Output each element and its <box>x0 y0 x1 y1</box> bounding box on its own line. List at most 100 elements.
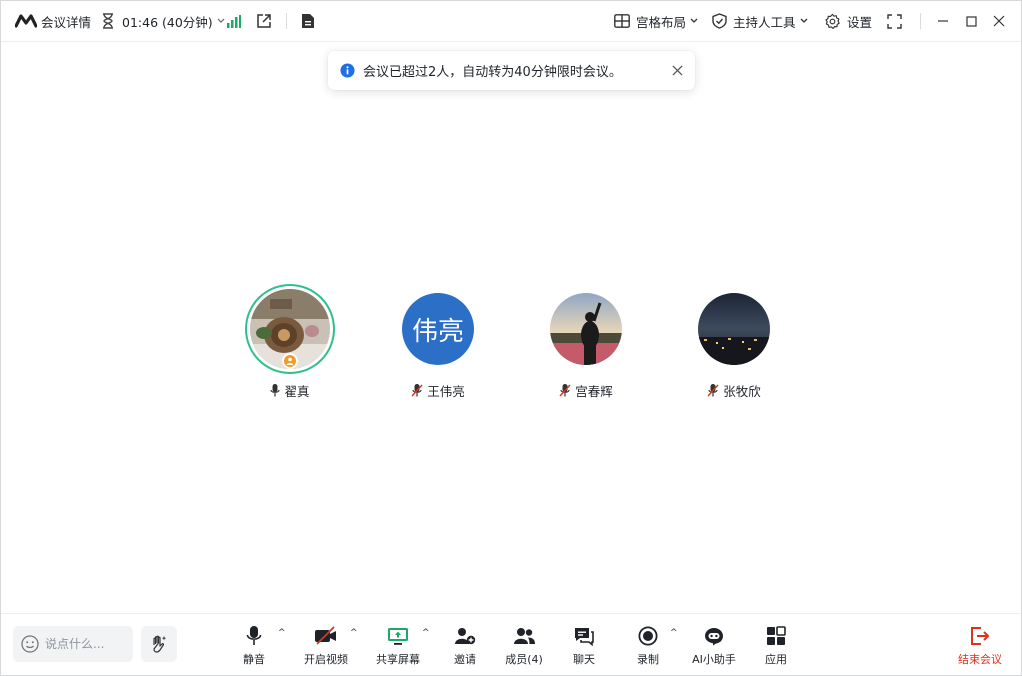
mute-button[interactable]: 静音 <box>237 624 271 670</box>
avatar <box>698 293 770 365</box>
info-icon <box>340 63 355 78</box>
participant-label: 王伟亮 <box>411 381 465 400</box>
microphone-muted-icon <box>559 384 571 397</box>
participant-label: 宫春辉 <box>559 381 613 400</box>
layout-label: 宫格布局 <box>636 14 687 30</box>
minimize-button[interactable] <box>937 1 949 42</box>
raise-hand-icon <box>149 634 169 654</box>
invite-label: 邀请 <box>454 653 476 666</box>
chevron-down-icon <box>800 18 808 24</box>
fullscreen-button[interactable] <box>887 1 902 42</box>
participant-tile[interactable]: 翟真 <box>230 285 350 400</box>
participant-name: 张牧欣 <box>723 384 761 399</box>
participant-label: 翟真 <box>270 381 310 400</box>
host-badge <box>282 353 298 369</box>
video-off-icon <box>314 624 338 648</box>
record-options-caret-icon[interactable]: ^ <box>670 628 678 638</box>
participant-tile[interactable]: 张牧欣 <box>674 285 794 400</box>
signal-bars-icon <box>227 14 241 28</box>
meeting-info-label: 会议详情 <box>41 14 92 30</box>
invite-button[interactable]: 邀请 <box>448 624 482 670</box>
toast-message: 会议已超过2人，自动转为40分钟限时会议。 <box>363 65 622 80</box>
avatar-photo <box>550 293 622 365</box>
microphone-icon <box>270 384 281 397</box>
shield-check-icon <box>712 13 727 29</box>
quick-chat-input[interactable] <box>45 637 125 651</box>
bottom-toolbar: 静音 ^ 开启视频 ^ <box>1 613 1021 675</box>
topbar-divider <box>286 13 287 29</box>
end-meeting-label: 结束会议 <box>958 653 1002 666</box>
document-icon <box>301 13 315 29</box>
share-link-button[interactable] <box>256 1 272 42</box>
notes-button[interactable] <box>301 1 315 42</box>
ai-robot-icon <box>703 624 725 648</box>
settings-button[interactable]: 设置 <box>824 1 872 42</box>
avatar-wrapper <box>246 285 334 373</box>
apps-button[interactable]: 应用 <box>759 624 793 670</box>
fullscreen-icon <box>887 13 902 29</box>
microphone-muted-icon <box>707 384 719 397</box>
participant-tile[interactable]: 伟亮 王伟亮 <box>378 285 498 400</box>
ai-assistant-button[interactable]: AI小助手 <box>689 624 739 670</box>
record-button[interactable]: 录制 <box>631 624 665 670</box>
meeting-window: 会议详情 01:46 (40分钟) 宫格布局 主持人工具 设置 会议已超过2人，… <box>0 0 1022 676</box>
video-options-caret-icon[interactable]: ^ <box>350 628 358 638</box>
network-signal-button[interactable] <box>227 1 241 42</box>
chat-button[interactable]: 聊天 <box>567 624 601 670</box>
record-label: 录制 <box>637 653 659 666</box>
settings-label: 设置 <box>847 14 873 30</box>
exit-icon <box>969 624 991 648</box>
participant-label: 张牧欣 <box>707 381 761 400</box>
emoji-icon[interactable] <box>21 635 39 653</box>
members-button[interactable]: 成员(4) <box>502 624 546 670</box>
chat-label: 聊天 <box>573 653 595 666</box>
quick-chat-box[interactable] <box>13 626 133 662</box>
chat-bubble-icon <box>573 624 595 648</box>
chevron-down-icon <box>690 18 698 24</box>
close-icon <box>993 15 1005 27</box>
add-user-icon <box>454 624 476 648</box>
start-video-button[interactable]: 开启视频 <box>301 624 351 670</box>
topbar-divider <box>920 13 921 29</box>
participant-name: 翟真 <box>284 384 310 399</box>
share-screen-button[interactable]: 共享屏幕 <box>373 624 423 670</box>
microphone-icon <box>246 624 262 648</box>
close-window-button[interactable] <box>993 1 1005 42</box>
avatar-wrapper: 伟亮 <box>394 285 482 373</box>
top-bar: 会议详情 01:46 (40分钟) 宫格布局 主持人工具 设置 <box>1 1 1021 42</box>
notification-toast: 会议已超过2人，自动转为40分钟限时会议。 <box>328 51 695 90</box>
ai-assistant-label: AI小助手 <box>692 653 736 666</box>
person-icon <box>286 357 294 365</box>
external-link-icon <box>256 13 272 29</box>
participant-name: 王伟亮 <box>427 384 465 399</box>
raise-hand-button[interactable] <box>141 626 177 662</box>
tencent-meeting-logo-icon <box>15 14 37 28</box>
avatar-wrapper <box>690 285 778 373</box>
avatar-photo <box>698 293 770 365</box>
maximize-button[interactable] <box>966 1 977 42</box>
share-options-caret-icon[interactable]: ^ <box>422 628 430 638</box>
meeting-info-button[interactable]: 会议详情 <box>15 1 91 42</box>
apps-label: 应用 <box>765 653 787 666</box>
grid-layout-icon <box>614 14 630 28</box>
participant-tile[interactable]: 宫春辉 <box>526 285 646 400</box>
host-tools-label: 主持人工具 <box>733 14 796 30</box>
apps-grid-icon <box>766 624 786 648</box>
members-label: 成员(4) <box>505 653 543 666</box>
start-video-label: 开启视频 <box>304 653 348 666</box>
meeting-timer-button[interactable]: 01:46 (40分钟) <box>101 1 225 42</box>
chevron-down-icon <box>217 18 225 24</box>
share-screen-icon <box>387 624 409 648</box>
end-meeting-button[interactable]: 结束会议 <box>954 624 1006 670</box>
share-screen-label: 共享屏幕 <box>376 653 420 666</box>
mute-label: 静音 <box>243 653 265 666</box>
participant-name: 宫春辉 <box>575 384 613 399</box>
toast-close-icon[interactable] <box>672 65 683 76</box>
host-tools-button[interactable]: 主持人工具 <box>712 1 808 42</box>
record-icon <box>638 624 658 648</box>
avatar <box>550 293 622 365</box>
layout-button[interactable]: 宫格布局 <box>614 1 698 42</box>
microphone-muted-icon <box>411 384 423 397</box>
mute-options-caret-icon[interactable]: ^ <box>278 628 286 638</box>
avatar-wrapper <box>542 285 630 373</box>
